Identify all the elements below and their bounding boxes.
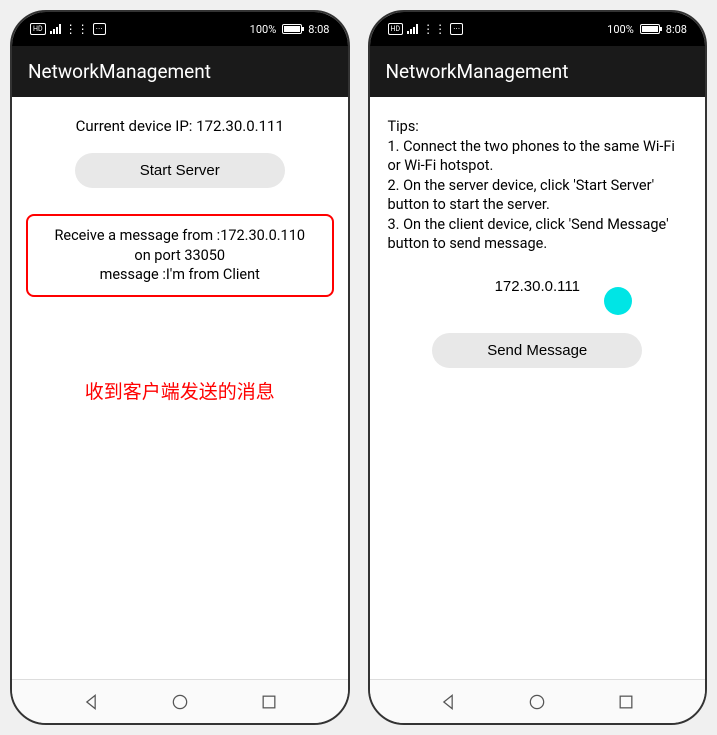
recent-icon[interactable] — [259, 692, 279, 712]
battery-percent: 100% — [250, 23, 277, 36]
battery-icon — [282, 24, 302, 34]
back-icon[interactable] — [438, 692, 458, 712]
server-ip-input[interactable] — [384, 270, 692, 303]
battery-icon — [640, 24, 660, 34]
app-header: NetworkManagement — [370, 46, 706, 97]
android-nav-bar — [12, 679, 348, 723]
clock: 8:08 — [666, 23, 687, 36]
signal-icon — [50, 24, 61, 34]
touch-indicator-icon — [604, 287, 632, 315]
tip-3: 3. On the client device, click 'Send Mes… — [388, 215, 688, 254]
server-content: Current device IP: 172.30.0.111 Start Se… — [12, 97, 348, 679]
back-icon[interactable] — [81, 692, 101, 712]
tip-2: 2. On the server device, click 'Start Se… — [388, 176, 688, 215]
app-header: NetworkManagement — [12, 46, 348, 97]
android-nav-bar — [370, 679, 706, 723]
wifi-icon: ⋮⋮ — [65, 22, 89, 36]
clock: 8:08 — [308, 23, 329, 36]
recent-icon[interactable] — [616, 692, 636, 712]
msg-port: on port 33050 — [36, 246, 324, 266]
network-icon: ⋯ — [93, 23, 106, 35]
app-title: NetworkManagement — [386, 60, 569, 83]
signal-icon — [407, 24, 418, 34]
device-ip-label: Current device IP: 172.30.0.111 — [26, 117, 334, 135]
annotation-label: 收到客户端发送的消息 — [26, 377, 334, 404]
hd-icon: HD — [388, 23, 404, 35]
home-icon[interactable] — [527, 692, 547, 712]
phone-client: HD ⋮⋮ ⋯ 100% 8:08 NetworkManagement Tips… — [368, 10, 708, 725]
hd-icon: HD — [30, 23, 46, 35]
battery-percent: 100% — [607, 23, 634, 36]
send-message-button[interactable]: Send Message — [432, 333, 642, 368]
received-message-box: Receive a message from :172.30.0.110 on … — [26, 214, 334, 297]
app-title: NetworkManagement — [28, 60, 211, 83]
tips-title: Tips: — [388, 117, 688, 137]
client-content: Tips: 1. Connect the two phones to the s… — [370, 97, 706, 679]
tips-block: Tips: 1. Connect the two phones to the s… — [384, 117, 692, 254]
home-icon[interactable] — [170, 692, 190, 712]
start-server-button[interactable]: Start Server — [75, 153, 285, 188]
msg-body: message :I'm from Client — [36, 265, 324, 285]
network-icon: ⋯ — [450, 23, 463, 35]
camera-notch — [173, 20, 187, 34]
tip-1: 1. Connect the two phones to the same Wi… — [388, 137, 688, 176]
msg-from: Receive a message from :172.30.0.110 — [36, 226, 324, 246]
wifi-icon: ⋮⋮ — [422, 22, 446, 36]
camera-notch — [530, 20, 544, 34]
phone-server: HD ⋮⋮ ⋯ 100% 8:08 NetworkManagement Curr… — [10, 10, 350, 725]
